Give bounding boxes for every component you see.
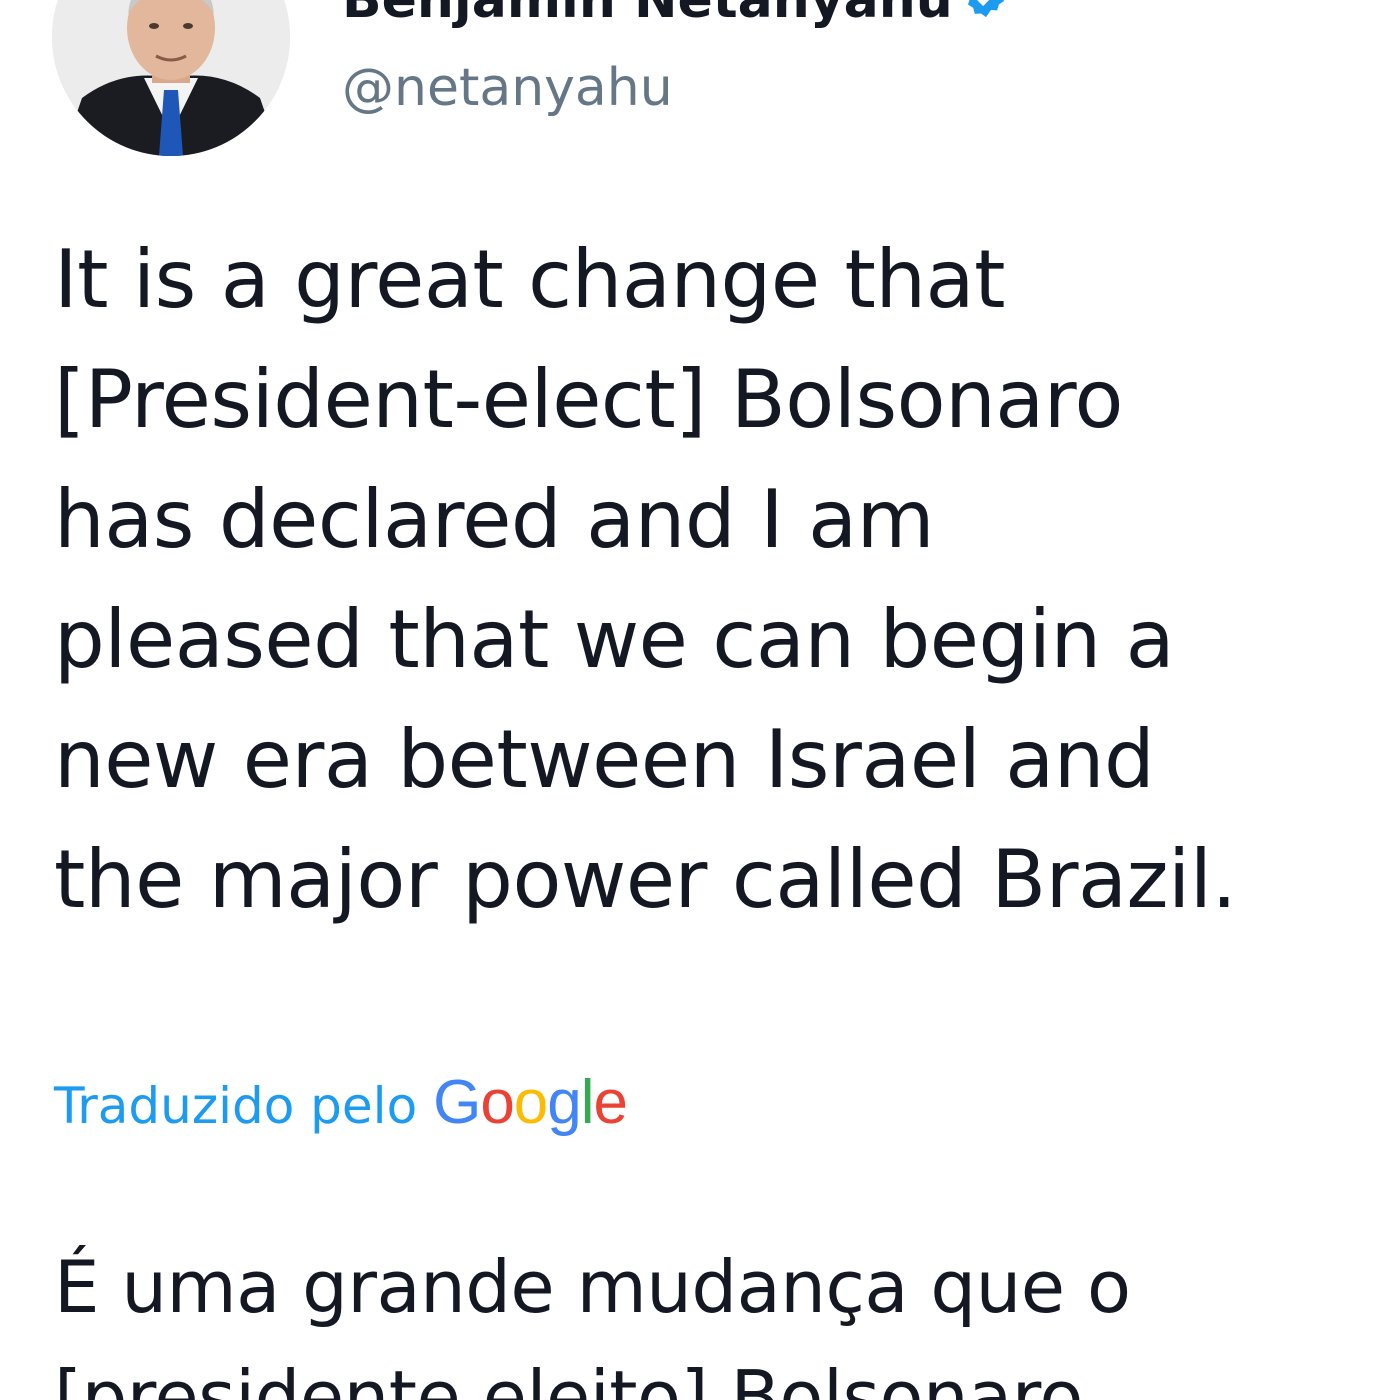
google-logo-letter: l — [580, 1068, 595, 1137]
google-logo-letter: G — [433, 1068, 481, 1137]
google-logo-letter: o — [513, 1068, 548, 1137]
google-logo-letter: e — [593, 1068, 628, 1137]
tweet-text: It is a great change that [President-ele… — [54, 233, 1237, 926]
display-name[interactable]: Benjamin Netanyahu — [342, 0, 1009, 33]
avatar-image — [52, 0, 290, 156]
google-logo-letter: g — [547, 1068, 581, 1137]
google-logo: Google — [433, 1068, 628, 1137]
google-logo-letter: o — [480, 1068, 514, 1137]
avatar[interactable] — [52, 0, 290, 156]
display-name-text: Benjamin Netanyahu — [342, 0, 953, 30]
translated-by-link[interactable]: Traduzido pelo Google — [54, 1068, 628, 1141]
translated-tweet-text: É uma grande mudança que o [presidente e… — [54, 1245, 1131, 1400]
translated-by-label: Traduzido pelo — [54, 1077, 418, 1135]
user-handle[interactable]: @netanyahu — [342, 56, 673, 120]
verified-badge-icon — [963, 0, 1009, 33]
